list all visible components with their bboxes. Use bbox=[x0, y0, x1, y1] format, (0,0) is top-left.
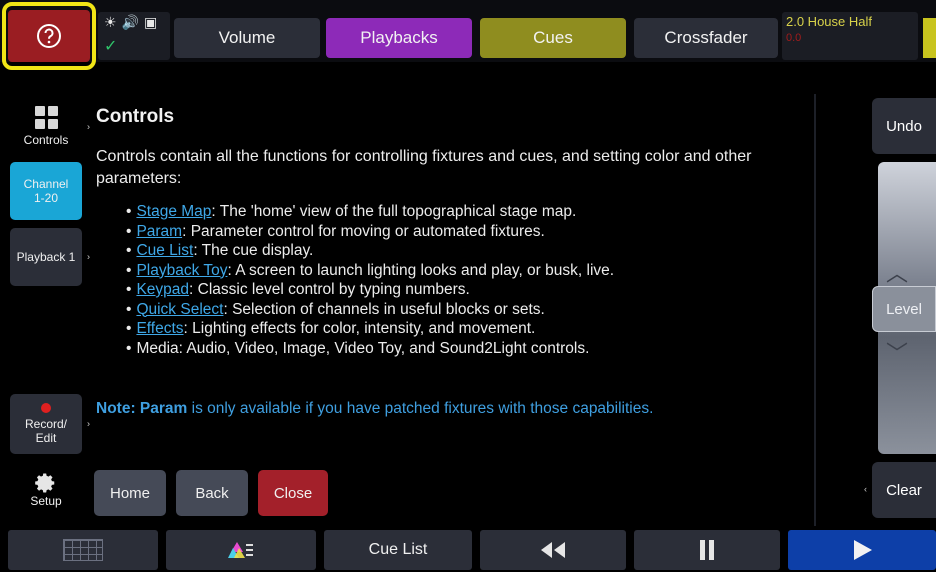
tab-crossfader[interactable]: Crossfader bbox=[634, 18, 778, 58]
help-title: Controls bbox=[96, 106, 175, 127]
link-stage-map[interactable]: Stage Map bbox=[136, 203, 211, 220]
list-item: Playback Toy: A screen to launch lightin… bbox=[126, 261, 796, 281]
chevron-up-icon: ︿ bbox=[886, 261, 909, 286]
link-effects[interactable]: Effects bbox=[136, 320, 183, 337]
tab-volume[interactable]: Volume bbox=[174, 18, 320, 58]
list-item: Effects: Lighting effects for color, int… bbox=[126, 319, 796, 339]
clear-label: Clear bbox=[886, 481, 922, 499]
chevron-down-icon: ﹀ bbox=[886, 341, 909, 366]
list-item-text: : The cue display. bbox=[193, 242, 314, 259]
gear-icon bbox=[35, 473, 55, 493]
list-item: Param: Parameter control for moving or a… bbox=[126, 222, 796, 242]
level-handle[interactable]: Level bbox=[872, 286, 936, 332]
rewind-button[interactable] bbox=[480, 530, 626, 570]
status-icons[interactable]: ☀ 🔊 ▣ ✓ bbox=[98, 12, 170, 60]
tab-playbacks-label: Playbacks bbox=[360, 28, 438, 47]
chevron-left-icon: ‹ bbox=[864, 484, 867, 494]
play-button[interactable] bbox=[788, 530, 936, 570]
clear-button[interactable]: Clear bbox=[872, 462, 936, 518]
close-button-label: Close bbox=[273, 484, 313, 502]
link-param[interactable]: Param bbox=[136, 223, 182, 240]
help-note: Note: Param is only available if you hav… bbox=[96, 400, 796, 418]
link-keypad[interactable]: Keypad bbox=[136, 281, 189, 298]
sidebar-item-setup[interactable]: Setup bbox=[10, 462, 82, 518]
sun-icon: ☀ bbox=[104, 14, 117, 30]
sidebar-item-label: Record/ Edit bbox=[24, 416, 68, 445]
play-icon bbox=[854, 540, 872, 560]
undo-button[interactable]: Undo bbox=[872, 98, 936, 154]
list-item-text: : Selection of channels in useful blocks… bbox=[223, 300, 545, 318]
home-button-label: Home bbox=[109, 484, 150, 502]
keypad-grid-icon bbox=[63, 539, 103, 561]
speaker-icon: 🔊 bbox=[121, 14, 139, 30]
help-note-bold: Note: Param bbox=[96, 400, 188, 417]
house-cue-value: 0.0 bbox=[786, 32, 802, 44]
tab-cues-label: Cues bbox=[533, 28, 573, 47]
cue-list-label: Cue List bbox=[368, 541, 428, 558]
top-bar: ☀ 🔊 ▣ ✓ Volume Playbacks Cues Crossfader… bbox=[0, 0, 936, 70]
sidebar-item-label: Setup bbox=[30, 493, 62, 508]
monitor-icon: ▣ bbox=[144, 14, 158, 30]
help-intro: Controls contain all the functions for c… bbox=[96, 148, 752, 187]
list-item: Quick Select: Selection of channels in u… bbox=[126, 300, 796, 320]
grid-icon bbox=[34, 106, 58, 130]
checkmark-icon: ✓ bbox=[104, 38, 118, 55]
help-panel: Controls Controls contain all the functi… bbox=[90, 94, 810, 526]
house-cue-label: 2.0 House Half bbox=[786, 14, 872, 29]
list-item: Stage Map: The 'home' view of the full t… bbox=[126, 202, 796, 222]
tab-playbacks[interactable]: Playbacks bbox=[326, 18, 472, 58]
pause-icon bbox=[700, 540, 714, 560]
undo-label: Undo bbox=[886, 117, 922, 135]
pause-button[interactable] bbox=[634, 530, 780, 570]
bottom-bar: Cue List bbox=[0, 528, 936, 572]
level-label: Level bbox=[886, 300, 922, 318]
tab-crossfader-label: Crossfader bbox=[664, 28, 748, 47]
sidebar-item-label: Channel 1-20 bbox=[23, 176, 69, 205]
record-dot-icon bbox=[41, 402, 51, 413]
sidebar-item-record-edit[interactable]: Record/ Edit › bbox=[10, 394, 90, 454]
list-item: Keypad: Classic level control by typing … bbox=[126, 280, 796, 300]
house-cue-indicator[interactable]: 2.0 House Half 0.0 bbox=[782, 12, 918, 60]
link-quick-select[interactable]: Quick Select bbox=[136, 301, 223, 318]
status-swatch bbox=[923, 18, 936, 58]
sidebar-item-label: Controls bbox=[23, 133, 69, 148]
sidebar-item-label: Playback 1 bbox=[16, 249, 76, 264]
help-bullet-list: Stage Map: The 'home' view of the full t… bbox=[126, 202, 796, 358]
sidebar-item-controls[interactable]: Controls › bbox=[10, 100, 90, 154]
sidebar-item-channel[interactable]: Channel 1-20 bbox=[10, 162, 82, 220]
back-button-label: Back bbox=[195, 484, 229, 502]
list-item: Media: Audio, Video, Image, Video Toy, a… bbox=[126, 339, 796, 359]
link-playback-toy[interactable]: Playback Toy bbox=[136, 262, 227, 279]
back-button[interactable]: Back bbox=[176, 470, 248, 516]
tab-cues[interactable]: Cues bbox=[480, 18, 626, 58]
list-item-text: : Parameter control for moving or automa… bbox=[182, 222, 545, 240]
cue-list-button[interactable]: Cue List bbox=[324, 530, 472, 570]
list-item-text: : A screen to launch lighting looks and … bbox=[227, 261, 615, 279]
panel-divider bbox=[814, 94, 816, 526]
close-button[interactable]: Close bbox=[258, 470, 328, 516]
link-cue-list[interactable]: Cue List bbox=[136, 242, 193, 259]
help-button[interactable] bbox=[8, 10, 90, 62]
list-item-text: : The 'home' view of the full topographi… bbox=[211, 203, 577, 220]
help-note-text: is only available if you have patched fi… bbox=[187, 400, 654, 417]
tab-volume-label: Volume bbox=[218, 28, 276, 47]
list-item: Cue List: The cue display. bbox=[126, 241, 796, 261]
list-item-text: : Classic level control by typing number… bbox=[189, 281, 470, 298]
sidebar-item-playback[interactable]: Playback 1 › bbox=[10, 228, 90, 286]
color-picker-button[interactable] bbox=[166, 530, 316, 570]
keypad-button[interactable] bbox=[8, 530, 158, 570]
rewind-icon bbox=[541, 542, 565, 558]
list-item-text: Media: Audio, Video, Image, Video Toy, a… bbox=[136, 339, 590, 357]
list-item-text: : Lighting effects for color, intensity,… bbox=[183, 320, 536, 337]
home-button[interactable]: Home bbox=[94, 470, 166, 516]
question-circle-icon bbox=[37, 24, 61, 48]
color-picker-icon bbox=[228, 542, 253, 558]
